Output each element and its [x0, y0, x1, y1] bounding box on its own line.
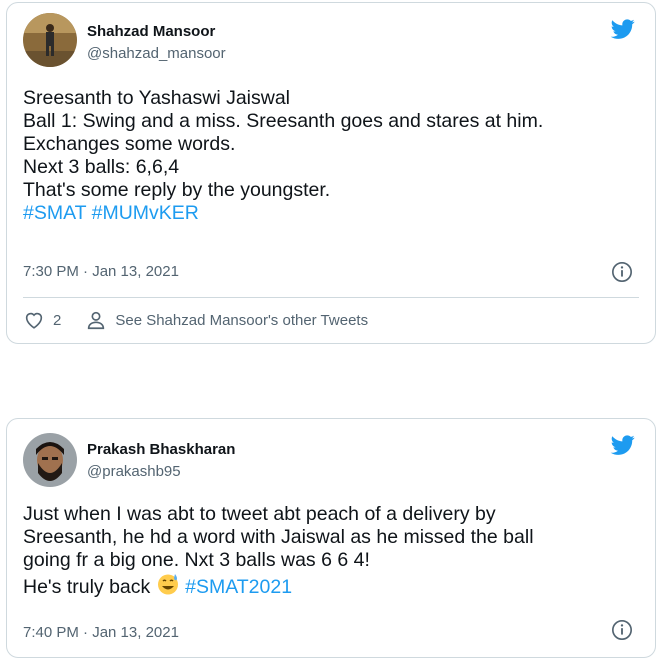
other-tweets-label: See Shahzad Mansoor's other Tweets	[115, 311, 369, 329]
tweet-timestamp[interactable]: 7:40 PM · Jan 13, 2021	[23, 624, 179, 641]
info-icon[interactable]	[611, 261, 633, 283]
tweet-timestamp[interactable]: 7:30 PM · Jan 13, 2021	[23, 263, 179, 280]
avatar[interactable]	[23, 433, 77, 487]
tweet-card: Prakash Bhaskharan @prakashb95 Just when…	[6, 418, 656, 658]
tweet-line-text: He's truly back	[23, 576, 151, 598]
grinning-sweat-emoji	[157, 574, 178, 595]
twitter-bird-icon[interactable]	[609, 17, 637, 41]
tweet-line: Just when I was abt to tweet abt peach o…	[23, 503, 496, 525]
tweet-actions: 2 See Shahzad Mansoor's other Tweets	[23, 309, 368, 331]
person-icon	[88, 311, 105, 330]
tweet-line: He's truly back #SMAT2021	[23, 572, 639, 599]
hashtag-link[interactable]: #SMAT2021	[185, 576, 292, 598]
tweet-text: Sreesanth to Yashaswi Jaiswal Ball 1: Sw…	[23, 87, 639, 225]
author-name[interactable]: Prakash Bhaskharan	[87, 441, 235, 458]
twitter-bird-icon[interactable]	[609, 433, 637, 457]
tweet-line: going fr a big one. Nxt 3 balls was 6 6 …	[23, 549, 370, 571]
tweet-line: Exchanges some words.	[23, 133, 236, 155]
like-button[interactable]: 2	[23, 309, 61, 331]
tweet-line: That's some reply by the youngster.	[23, 179, 331, 201]
heart-icon	[25, 312, 43, 329]
info-icon[interactable]	[611, 619, 633, 641]
author-handle[interactable]: @prakashb95	[87, 463, 181, 480]
tweet-text: Just when I was abt to tweet abt peach o…	[23, 503, 639, 599]
tweet-line: Ball 1: Swing and a miss. Sreesanth goes…	[23, 110, 544, 132]
divider	[23, 297, 639, 298]
author-handle[interactable]: @shahzad_mansoor	[87, 45, 226, 62]
avatar[interactable]	[23, 13, 77, 67]
tweet-line: Sreesanth to Yashaswi Jaiswal	[23, 87, 291, 109]
author-name[interactable]: Shahzad Mansoor	[87, 23, 215, 40]
tweet-line: Next 3 balls: 6,6,4	[23, 156, 180, 178]
tweet-card: Shahzad Mansoor @shahzad_mansoor Sreesan…	[6, 2, 656, 344]
hashtag-links[interactable]: #SMAT #MUMvKER	[23, 202, 639, 225]
other-tweets-link[interactable]: See Shahzad Mansoor's other Tweets	[85, 309, 368, 331]
like-count: 2	[53, 311, 62, 329]
tweet-line: Sreesanth, he hd a word with Jaiswal as …	[23, 526, 534, 548]
